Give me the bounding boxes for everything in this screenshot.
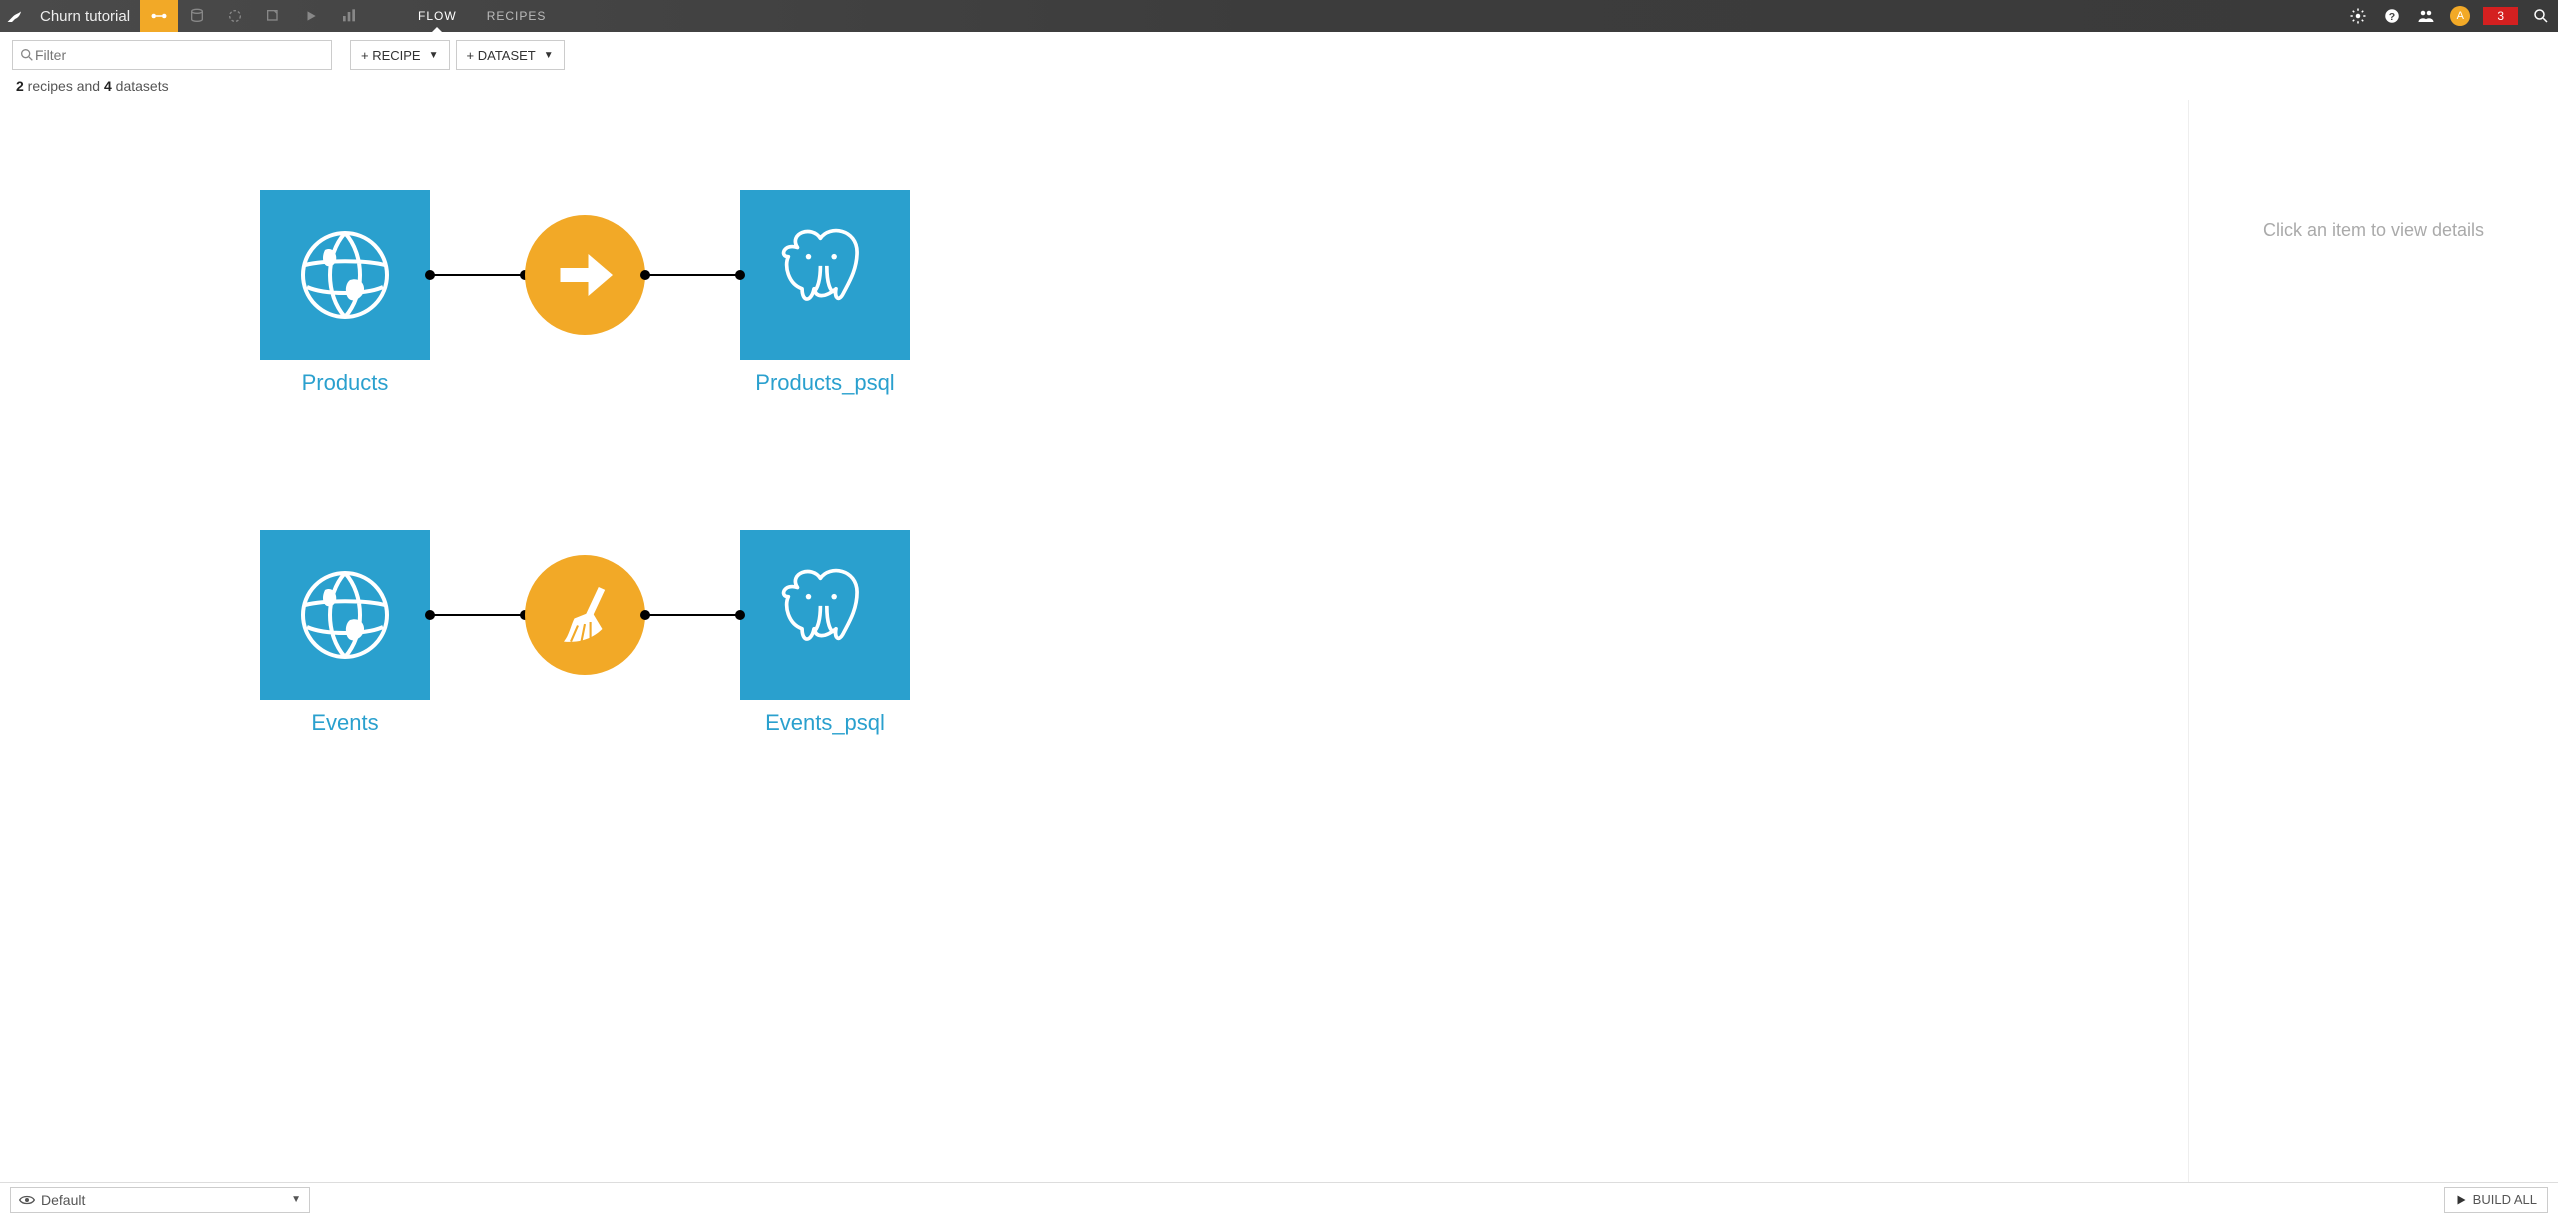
flow-edge: [645, 614, 740, 616]
main-area: Products Products_psql: [0, 100, 2558, 1182]
flow-edge: [430, 614, 525, 616]
dataset-products-label: Products: [302, 370, 389, 396]
view-label: Default: [41, 1192, 85, 1208]
logo-bird-icon[interactable]: [0, 7, 30, 25]
dataset-events-label: Events: [311, 710, 378, 736]
flow-row-products: Products Products_psql: [260, 190, 910, 396]
detail-sidepanel: Click an item to view details: [2188, 100, 2558, 1182]
filter-input[interactable]: [35, 47, 325, 63]
recipe-sync[interactable]: [525, 215, 645, 335]
avatar[interactable]: A: [2443, 0, 2477, 32]
dataset-events-psql-label: Events_psql: [765, 710, 885, 736]
tab-flow[interactable]: FLOW: [418, 0, 457, 32]
globe-icon: [295, 225, 395, 325]
build-all-button[interactable]: BUILD ALL: [2444, 1187, 2548, 1213]
bottombar: Default ▼ BUILD ALL: [0, 1182, 2558, 1216]
elephant-icon: [770, 220, 880, 330]
globe-icon: [295, 565, 395, 665]
status-line: 2 recipes and 4 datasets: [0, 78, 2558, 100]
svg-text:?: ?: [2389, 11, 2395, 23]
sidepanel-placeholder: Click an item to view details: [2263, 220, 2484, 241]
add-recipe-label: + RECIPE: [361, 48, 421, 63]
dataset-products-psql[interactable]: Products_psql: [740, 190, 910, 396]
dataset-events[interactable]: Events: [260, 530, 430, 736]
project-name[interactable]: Churn tutorial: [30, 8, 140, 25]
nav-icons: [140, 0, 368, 32]
recipe-count: 2: [16, 78, 24, 94]
flow-toolbar: + RECIPE ▼ + DATASET ▼: [0, 32, 2558, 78]
gear-icon[interactable]: [2341, 0, 2375, 32]
search-icon[interactable]: [2524, 0, 2558, 32]
users-icon[interactable]: [2409, 0, 2443, 32]
flow-row-events: Events Events_psql: [260, 530, 910, 736]
flow-edge: [645, 274, 740, 276]
notification-badge[interactable]: 3: [2483, 7, 2518, 25]
help-icon[interactable]: ?: [2375, 0, 2409, 32]
add-dataset-label: + DATASET: [467, 48, 536, 63]
elephant-icon: [770, 560, 880, 670]
dataset-count: 4: [104, 78, 112, 94]
caret-down-icon: ▼: [429, 50, 439, 61]
nav-dashboards-icon[interactable]: [330, 0, 368, 32]
broom-icon: [550, 580, 620, 650]
caret-down-icon: ▼: [544, 50, 554, 61]
flow-edge: [430, 274, 525, 276]
caret-down-icon: ▼: [291, 1194, 301, 1205]
dataset-events-psql[interactable]: Events_psql: [740, 530, 910, 736]
eye-icon: [19, 1194, 35, 1206]
flow-canvas[interactable]: Products Products_psql: [0, 100, 2188, 1182]
recipe-prepare[interactable]: [525, 555, 645, 675]
nav-analysis-icon[interactable]: [216, 0, 254, 32]
search-icon: [19, 47, 35, 63]
view-selector[interactable]: Default ▼: [10, 1187, 310, 1213]
tab-recipes[interactable]: RECIPES: [487, 0, 547, 32]
dataset-products[interactable]: Products: [260, 190, 430, 396]
nav-notebook-icon[interactable]: [254, 0, 292, 32]
add-dataset-button[interactable]: + DATASET ▼: [456, 40, 565, 70]
add-recipe-button[interactable]: + RECIPE ▼: [350, 40, 450, 70]
topbar: Churn tutorial FLOW RECIPES ?: [0, 0, 2558, 32]
nav-datasets-icon[interactable]: [178, 0, 216, 32]
dataset-products-psql-label: Products_psql: [755, 370, 894, 396]
subnav-tabs: FLOW RECIPES: [418, 0, 546, 32]
topbar-right: ? A 3: [2341, 0, 2558, 32]
nav-jobs-icon[interactable]: [292, 0, 330, 32]
nav-flow-icon[interactable]: [140, 0, 178, 32]
arrow-right-icon: [550, 240, 620, 310]
play-icon: [2455, 1194, 2467, 1206]
build-all-label: BUILD ALL: [2473, 1192, 2537, 1207]
filter-box[interactable]: [12, 40, 332, 70]
avatar-initial: A: [2457, 10, 2464, 22]
